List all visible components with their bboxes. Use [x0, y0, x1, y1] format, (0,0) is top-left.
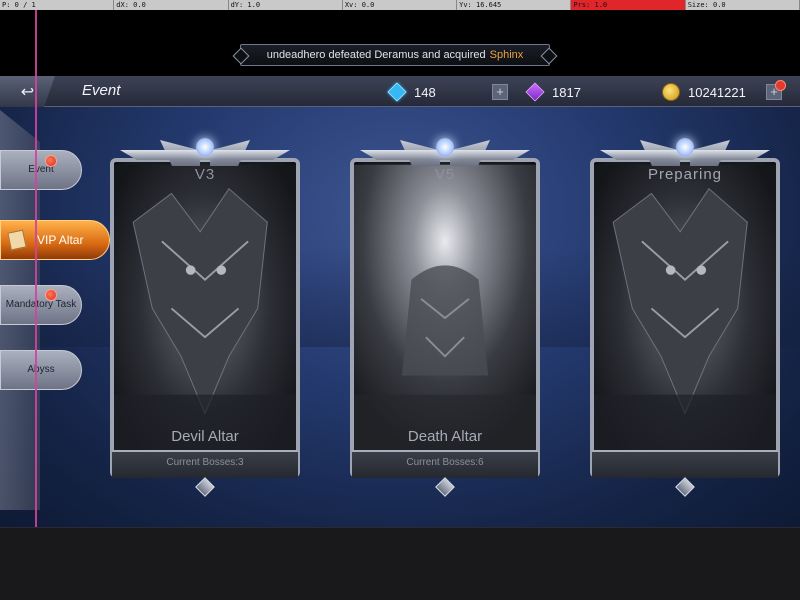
- gold-count: 10241221: [688, 84, 746, 100]
- bottom-letterbox: [0, 527, 800, 600]
- broadcast-banner: undeadhero defeated Deramus and acquired…: [240, 44, 550, 66]
- crystal-counter: 1817: [525, 81, 581, 103]
- top-letterbox: [0, 10, 800, 76]
- coin-icon: [662, 83, 680, 101]
- page-title: Event: [82, 82, 121, 99]
- debug-cell-xv: Xv: 0.0: [343, 0, 458, 10]
- boss-count: Current Bosses:3: [166, 457, 244, 468]
- sidebar-item-abyss[interactable]: Abyss: [0, 350, 82, 390]
- crest-gem-icon: [436, 138, 454, 156]
- debug-cell-yv: Yv: 16.645: [457, 0, 572, 10]
- debug-cell-dy: dY: 1.0: [229, 0, 343, 10]
- debug-cell-pointer: P: 0 / 1: [0, 0, 115, 10]
- altar-frame: [590, 158, 780, 478]
- altar-name: Devil Altar: [171, 428, 239, 445]
- crystal-count: 1817: [552, 84, 581, 100]
- vip-level: V5: [434, 166, 456, 183]
- broadcast-item: Sphinx: [489, 49, 524, 61]
- back-arrow-icon: ↩: [20, 83, 35, 101]
- sidebar-item-event[interactable]: Event: [0, 150, 82, 190]
- broadcast-message: undeadhero defeated Deramus and acquired: [266, 49, 486, 61]
- crest-gem-icon: [676, 138, 694, 156]
- book-icon: [7, 229, 27, 251]
- gem-counter: 148: [387, 81, 436, 103]
- vip-level: V3: [194, 166, 216, 183]
- altar-status: Preparing: [647, 166, 723, 183]
- add-gold-button[interactable]: +: [766, 80, 786, 100]
- debug-cell-pressure: Prs: 1.0: [571, 0, 686, 10]
- boss-count: Current Bosses:6: [406, 457, 484, 468]
- card-footer: [592, 450, 778, 478]
- debug-cell-dx: dX: 0.0: [114, 0, 229, 10]
- diamond-ornament-icon: [435, 477, 455, 497]
- altar-name: Death Altar: [407, 428, 483, 445]
- back-button[interactable]: ↩: [0, 76, 55, 107]
- gem-count: 148: [414, 84, 436, 100]
- sidebar-item-label: Mandatory Task: [5, 299, 77, 310]
- top-header: ↩ Event 148 + 1817 10241221 +: [0, 76, 800, 107]
- diamond-ornament-icon: [195, 477, 215, 497]
- sidebar-item-label: Abyss: [27, 364, 55, 375]
- debug-cell-size: Size: 0.0: [686, 0, 800, 10]
- gold-counter: 10241221: [662, 81, 746, 103]
- alert-dot-icon: [45, 155, 57, 167]
- add-gems-button[interactable]: +: [492, 84, 508, 100]
- alert-dot-icon: [45, 289, 57, 301]
- preparing-altar-artwork: [594, 164, 776, 472]
- altar-card-devil[interactable]: V3 Devil Altar Current Bosses:3: [102, 138, 308, 497]
- debug-touch-line: [35, 10, 37, 600]
- altar-card-death[interactable]: V5 Death Altar Current Bosses:6: [342, 138, 548, 497]
- crest-gem-icon: [196, 138, 214, 156]
- diamond-ornament-icon: [675, 477, 695, 497]
- diamond-icon: [387, 82, 407, 102]
- debug-overlay-bar: P: 0 / 1 dX: 0.0 dY: 1.0 Xv: 0.0 Yv: 16.…: [0, 0, 800, 10]
- sidebar-item-label: VIP Altar: [37, 233, 84, 247]
- crystal-icon: [525, 82, 545, 102]
- altar-card-preparing[interactable]: Preparing: [582, 138, 788, 497]
- sidebar-item-vip-altar[interactable]: VIP Altar: [0, 220, 110, 260]
- sidebar-item-mandatory-task[interactable]: Mandatory Task: [0, 285, 82, 325]
